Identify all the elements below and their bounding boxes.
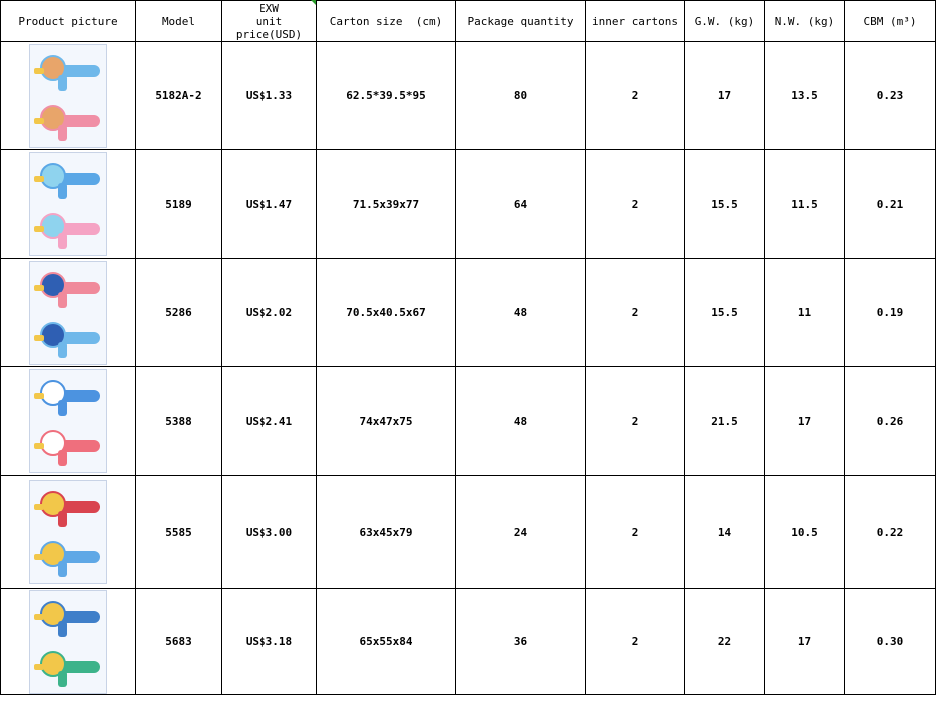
product-picture-cell xyxy=(0,366,136,476)
inner-cartons-cell: 2 xyxy=(585,41,685,150)
table-row: 5189 US$1.47 71.5x39x77 64 2 15.5 11.5 0.21 xyxy=(0,149,936,259)
water-gun-icon xyxy=(32,205,104,253)
net-weight-cell: 11 xyxy=(764,258,845,367)
model-cell: 5388 xyxy=(135,366,222,476)
inner-cartons-cell: 2 xyxy=(585,475,685,589)
table-row: 5683 US$3.18 65x55x84 36 2 22 17 0.30 xyxy=(0,588,936,695)
header-product-picture: Product picture xyxy=(0,0,136,42)
model-cell: 5286 xyxy=(135,258,222,367)
cbm-cell: 0.21 xyxy=(844,149,936,259)
product-picture-cell xyxy=(0,588,136,695)
water-gun-icon xyxy=(32,47,104,95)
price-cell: US$3.18 xyxy=(221,588,317,695)
carton-size-cell: 62.5*39.5*95 xyxy=(316,41,456,150)
model-cell: 5585 xyxy=(135,475,222,589)
package-quantity-cell: 48 xyxy=(455,366,586,476)
header-gross-weight: G.W. (kg) xyxy=(684,0,765,42)
header-cbm: CBM (m³) xyxy=(844,0,936,42)
header-package-quantity: Package quantity xyxy=(455,0,586,42)
package-quantity-cell: 64 xyxy=(455,149,586,259)
gross-weight-cell: 22 xyxy=(684,588,765,695)
price-cell: US$3.00 xyxy=(221,475,317,589)
carton-size-cell: 74x47x75 xyxy=(316,366,456,476)
water-gun-product-image xyxy=(29,43,107,148)
cbm-cell: 0.19 xyxy=(844,258,936,367)
water-gun-icon xyxy=(32,593,104,641)
cbm-cell: 0.22 xyxy=(844,475,936,589)
product-spec-table: Product picture Model EXW unit price(USD… xyxy=(0,0,936,695)
water-gun-icon xyxy=(32,643,104,691)
water-gun-product-image xyxy=(29,152,107,256)
water-gun-product-image xyxy=(29,480,107,584)
header-inner-cartons: inner cartons xyxy=(585,0,685,42)
inner-cartons-cell: 2 xyxy=(585,588,685,695)
water-gun-icon xyxy=(32,314,104,362)
water-gun-icon xyxy=(32,264,104,312)
net-weight-cell: 17 xyxy=(764,588,845,695)
water-gun-icon xyxy=(32,483,104,531)
header-price-line1: EXW xyxy=(259,1,279,15)
gross-weight-cell: 15.5 xyxy=(684,149,765,259)
inner-cartons-cell: 2 xyxy=(585,149,685,259)
water-gun-icon xyxy=(32,533,104,581)
net-weight-cell: 10.5 xyxy=(764,475,845,589)
cbm-cell: 0.23 xyxy=(844,41,936,150)
product-picture-cell xyxy=(0,475,136,589)
water-gun-product-image xyxy=(29,589,107,694)
model-cell: 5189 xyxy=(135,149,222,259)
product-picture-cell xyxy=(0,258,136,367)
carton-size-cell: 70.5x40.5x67 xyxy=(316,258,456,367)
header-price-line2: unit price(USD) xyxy=(235,14,303,41)
product-picture-cell xyxy=(0,41,136,150)
inner-cartons-cell: 2 xyxy=(585,258,685,367)
gross-weight-cell: 17 xyxy=(684,41,765,150)
water-gun-product-image xyxy=(29,260,107,365)
cbm-cell: 0.26 xyxy=(844,366,936,476)
package-quantity-cell: 36 xyxy=(455,588,586,695)
package-quantity-cell: 24 xyxy=(455,475,586,589)
price-cell: US$2.41 xyxy=(221,366,317,476)
gross-weight-cell: 14 xyxy=(684,475,765,589)
table-row: 5585 US$3.00 63x45x79 24 2 14 10.5 0.22 xyxy=(0,475,936,589)
model-cell: 5683 xyxy=(135,588,222,695)
header-model: Model xyxy=(135,0,222,42)
carton-size-cell: 65x55x84 xyxy=(316,588,456,695)
package-quantity-cell: 48 xyxy=(455,258,586,367)
cbm-cell: 0.30 xyxy=(844,588,936,695)
price-cell: US$1.47 xyxy=(221,149,317,259)
header-price: EXW unit price(USD) xyxy=(221,0,317,42)
header-net-weight: N.W. (kg) xyxy=(764,0,845,42)
package-quantity-cell: 80 xyxy=(455,41,586,150)
net-weight-cell: 17 xyxy=(764,366,845,476)
table-row: 5388 US$2.41 74x47x75 48 2 21.5 17 0.26 xyxy=(0,366,936,476)
table-row: 5286 US$2.02 70.5x40.5x67 48 2 15.5 11 0.19 xyxy=(0,258,936,367)
header-carton-size: Carton size (cm) xyxy=(316,0,456,42)
water-gun-icon xyxy=(32,97,104,145)
price-cell: US$1.33 xyxy=(221,41,317,150)
water-gun-icon xyxy=(32,372,104,420)
product-picture-cell xyxy=(0,149,136,259)
table-row: 5182A-2 US$1.33 62.5*39.5*95 80 2 17 13.5 0.23 xyxy=(0,41,936,150)
net-weight-cell: 11.5 xyxy=(764,149,845,259)
gross-weight-cell: 15.5 xyxy=(684,258,765,367)
header-row: Product picture Model EXW unit price(USD… xyxy=(0,0,936,42)
water-gun-icon xyxy=(32,155,104,203)
comment-marker xyxy=(311,0,316,5)
carton-size-cell: 63x45x79 xyxy=(316,475,456,589)
carton-size-cell: 71.5x39x77 xyxy=(316,149,456,259)
water-gun-icon xyxy=(32,422,104,470)
inner-cartons-cell: 2 xyxy=(585,366,685,476)
water-gun-product-image xyxy=(29,369,107,473)
gross-weight-cell: 21.5 xyxy=(684,366,765,476)
net-weight-cell: 13.5 xyxy=(764,41,845,150)
model-cell: 5182A-2 xyxy=(135,41,222,150)
price-cell: US$2.02 xyxy=(221,258,317,367)
